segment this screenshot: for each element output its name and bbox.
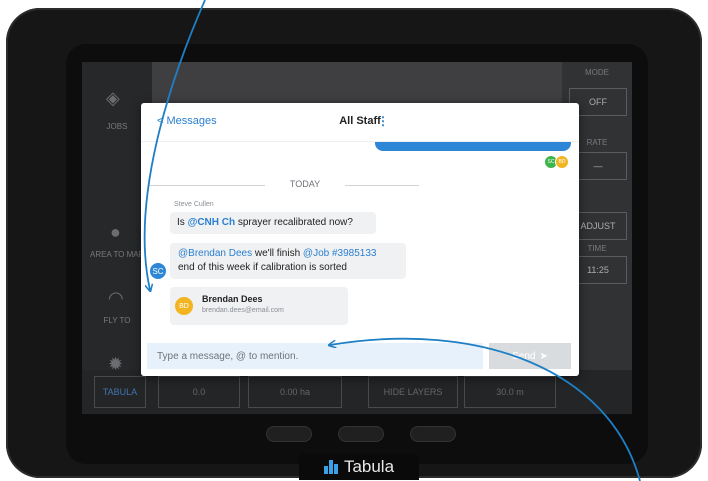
message-input[interactable] [147,343,483,369]
sender-avatar: SC [150,263,166,279]
mention-link[interactable]: @Brendan Dees [178,248,252,259]
mention-suggestion-card[interactable]: BD Brendan Dees brendan.dees@email.com [170,287,348,325]
message-bubble: @Brendan Dees we'll finish @Job #3985133… [170,243,406,279]
sender-name: Steve Cullen [174,201,214,208]
brand-logo: Tabula [299,454,419,480]
send-label: Send [512,350,536,362]
message-text: Is @CNH Ch sprayer recalibrated now? [177,217,353,228]
hardware-button-2[interactable] [338,426,384,442]
divider-line [345,185,419,186]
conversation-title: All Staff [339,115,381,127]
job-link[interactable]: @Job #3985133 [303,248,377,259]
date-divider-label: TODAY [289,179,321,189]
message-text-line: end of this week if calibration is sorte… [178,262,347,273]
brand-name: Tabula [343,457,395,476]
send-button[interactable]: Send ➤ [489,343,571,369]
message-bubble: Is @CNH Ch sprayer recalibrated now? [170,212,376,234]
messages-panel: < Messages All Staff ⋮ SC BD TODAY Steve… [141,103,579,376]
date-divider: TODAY [149,179,419,191]
divider-line [149,185,265,186]
message-text: @Brendan Dees we'll finish @Job #3985133 [178,248,376,259]
more-options-icon[interactable]: ⋮ [377,114,389,128]
outgoing-message-bubble [375,142,571,151]
tabula-logo-icon [323,460,338,474]
mention-user-name: Brendan Dees [202,294,263,304]
mention-link[interactable]: @CNH Ch [188,217,236,228]
read-receipt-avatar: BD [555,155,569,169]
mention-user-email: brendan.dees@email.com [202,307,284,314]
hardware-button-1[interactable] [266,426,312,442]
message-text-part: we'll finish [252,248,303,259]
hardware-button-3[interactable] [410,426,456,442]
message-text-part: Is [177,217,188,228]
message-text-part: sprayer recalibrated now? [235,217,353,228]
send-arrow-icon: ➤ [539,350,548,362]
user-avatar: BD [175,297,193,315]
panel-header: < Messages All Staff ⋮ [141,103,579,142]
